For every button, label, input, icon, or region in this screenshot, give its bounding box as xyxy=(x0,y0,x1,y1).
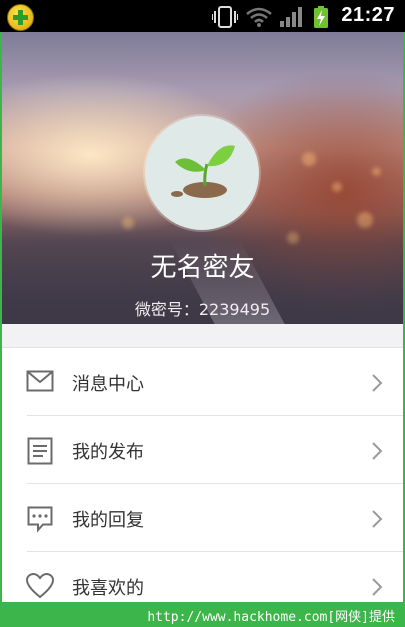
menu-item-messages[interactable]: 消息中心 xyxy=(2,348,403,416)
watermark-text: http://www.hackhome.com[网侠]提供 xyxy=(147,610,395,625)
chevron-right-icon xyxy=(372,510,383,528)
wifi-icon xyxy=(246,7,272,27)
mail-icon xyxy=(26,370,54,392)
menu-item-label: 我喜欢的 xyxy=(72,578,144,599)
user-id: 微密号：2239495 xyxy=(134,300,271,319)
chevron-right-icon xyxy=(372,374,383,392)
battery-charging-icon xyxy=(314,6,328,28)
menu-item-label: 我的发布 xyxy=(72,442,144,463)
menu-item-my-posts[interactable]: 我的发布 xyxy=(2,416,403,484)
chevron-right-icon xyxy=(372,442,383,460)
profile-menu: 消息中心 我的发布 我的回复 我喜欢的 xyxy=(2,347,403,606)
menu-item-favorites[interactable]: 我喜欢的 xyxy=(2,552,403,606)
bokeh-light xyxy=(332,182,342,192)
status-bar: 21:27 xyxy=(0,0,405,32)
profile-header: 无名密友 微密号：2239495 xyxy=(2,32,403,324)
chat-bubble-icon xyxy=(27,506,53,533)
document-icon xyxy=(27,437,53,465)
menu-item-my-replies[interactable]: 我的回复 xyxy=(2,484,403,552)
menu-item-label: 我的回复 xyxy=(72,510,144,531)
sprout-icon xyxy=(171,145,235,198)
bokeh-light xyxy=(372,167,381,176)
vibrate-icon xyxy=(212,6,238,28)
menu-item-label: 消息中心 xyxy=(72,374,144,395)
clock: 21:27 xyxy=(341,4,395,26)
app-badge-icon xyxy=(7,4,34,31)
signal-icon xyxy=(280,7,302,27)
bokeh-light xyxy=(302,152,316,166)
watermark-bar: http://www.hackhome.com[网侠]提供 xyxy=(0,602,405,627)
heart-icon xyxy=(26,573,54,599)
chevron-right-icon xyxy=(372,578,383,596)
avatar[interactable] xyxy=(145,116,259,230)
user-name: 无名密友 xyxy=(150,253,255,283)
